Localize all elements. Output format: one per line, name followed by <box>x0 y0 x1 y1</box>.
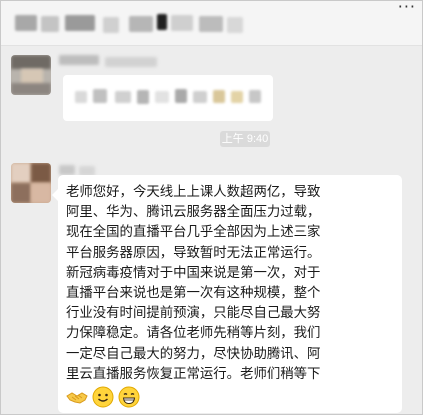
sender-name-blurred <box>105 57 157 67</box>
emoji-row <box>66 386 140 408</box>
chat-window: ··· 上午 9:40 老师您好，今天线上上课人数超两亿，导致 阿里、华为、腾讯… <box>0 0 423 415</box>
handshake-emoji-icon <box>66 392 88 404</box>
chat-title-blurred <box>11 11 246 33</box>
sender-name-blurred <box>59 55 99 65</box>
sender-name-blurred <box>59 165 75 175</box>
message-bubble[interactable]: 老师您好，今天线上上课人数超两亿，导致 阿里、华为、腾讯云服务器全面压力过载， … <box>52 175 402 413</box>
avatar[interactable] <box>11 163 51 203</box>
more-options-icon[interactable]: ··· <box>398 1 416 15</box>
grin-emoji-icon <box>118 386 140 408</box>
message-text: 老师您好，今天线上上课人数超两亿，导致 阿里、华为、腾讯云服务器全面压力过载， … <box>66 185 321 382</box>
timestamp: 上午 9:40 <box>220 131 270 147</box>
avatar[interactable] <box>11 55 51 95</box>
message-bubble-blurred <box>63 75 273 121</box>
smile-emoji-icon <box>92 386 114 408</box>
chat-header: ··· <box>1 1 422 46</box>
